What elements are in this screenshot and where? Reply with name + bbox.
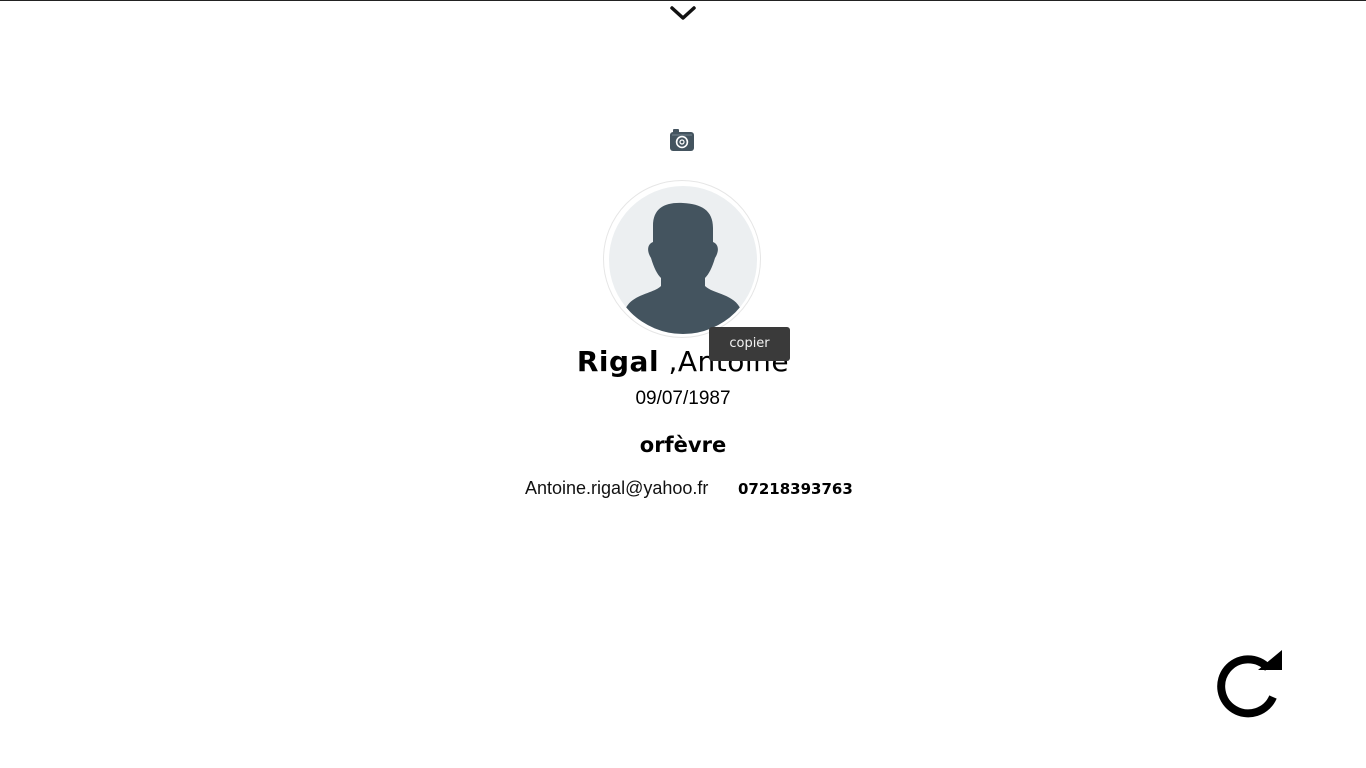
email-address[interactable]: Antoine.rigal@yahoo.fr [525,478,708,499]
copy-tooltip: copier [709,327,790,361]
job-title: orfèvre [639,433,727,457]
name-separator: , [659,345,678,378]
user-silhouette-icon [623,202,743,334]
birth-date: 09/07/1987 [635,388,731,409]
top-divider [0,0,1366,1]
camera-icon[interactable] [668,126,696,154]
full-name: Rigal ,Antoine [0,345,1366,378]
chevron-down-icon[interactable] [668,3,698,23]
last-name: Rigal [576,345,660,378]
refresh-icon[interactable] [1216,648,1286,718]
avatar-image [609,186,757,334]
phone-number[interactable]: 07218393763 [738,480,853,498]
avatar[interactable] [603,180,761,338]
